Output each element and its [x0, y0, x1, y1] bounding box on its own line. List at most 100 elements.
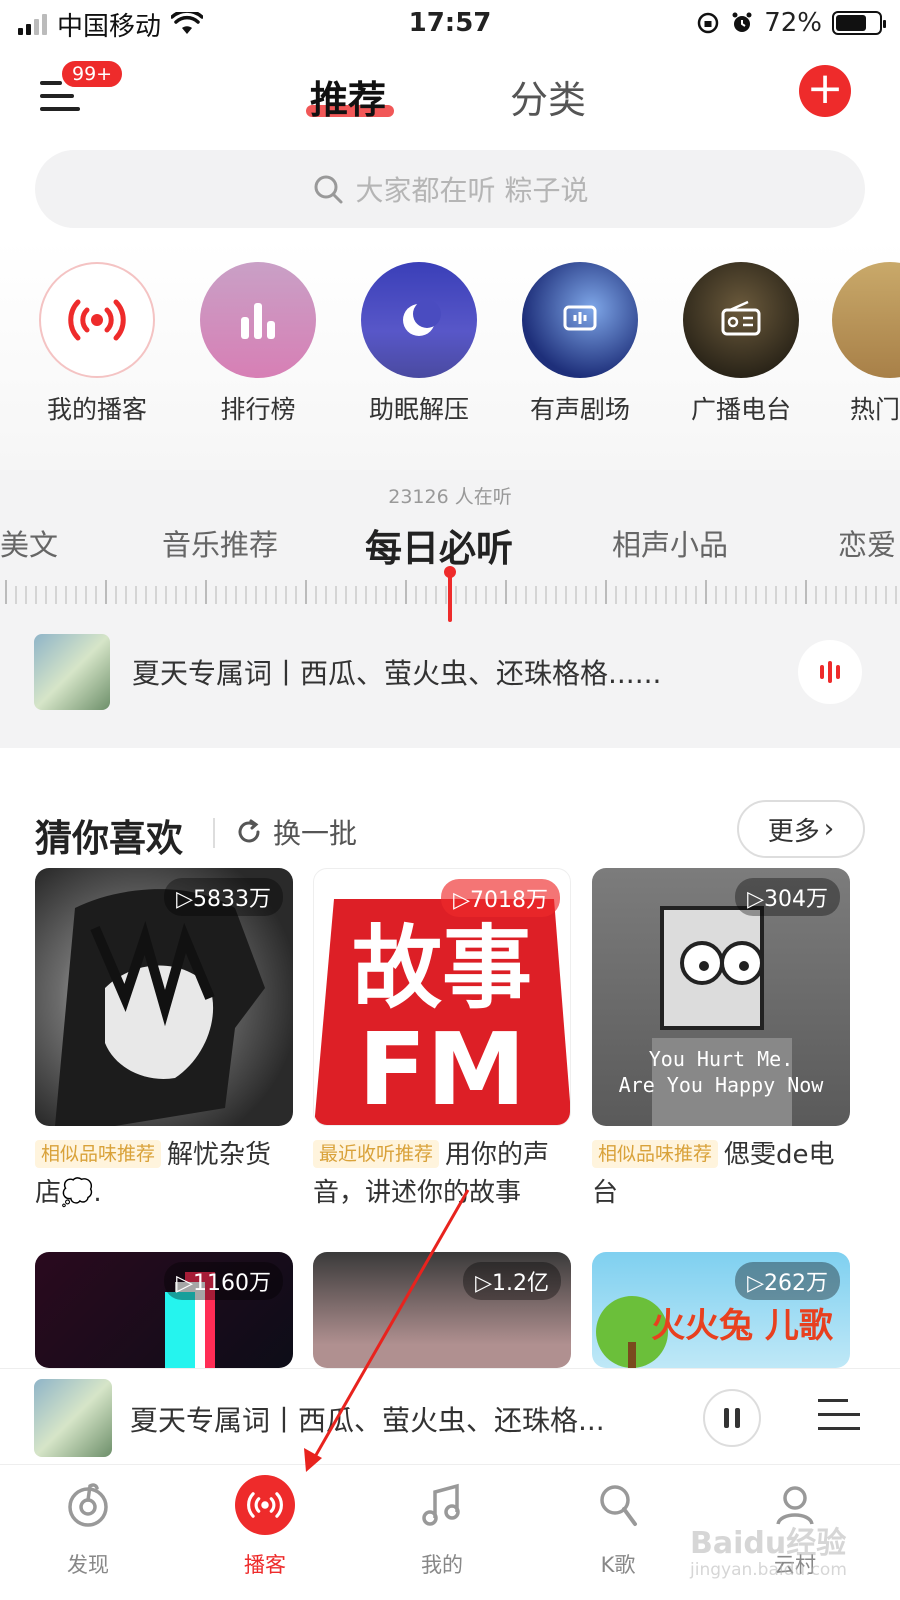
pause-button[interactable] [703, 1389, 761, 1447]
category-label: 热门 [850, 395, 900, 424]
nav-mine[interactable]: 我的 [382, 1475, 502, 1579]
category-label: 助眠解压 [368, 395, 469, 424]
category-theater[interactable]: 有声剧场 [510, 262, 650, 426]
notification-badge: 99+ [60, 59, 125, 89]
alarm-icon [732, 12, 752, 32]
category-hot[interactable]: 热门 [832, 262, 900, 426]
play-count: ▷1160万 [164, 1262, 283, 1300]
channel-item[interactable]: 恋爱 [838, 522, 896, 564]
broadcast-icon [39, 262, 155, 378]
carrier-label: 中国移动 [57, 11, 162, 42]
hot-icon [832, 262, 900, 378]
recommend-tag: 相似品味推荐 [35, 1140, 162, 1168]
nav-label: K歌 [600, 1553, 636, 1577]
category-chart[interactable]: 排行榜 [188, 262, 328, 426]
music-note-icon [412, 1475, 472, 1535]
refresh-label: 换一批 [273, 817, 358, 850]
moon-icon [361, 262, 477, 378]
refresh-button[interactable]: 换一批 [235, 812, 357, 852]
dial-needle [444, 566, 456, 622]
theater-icon [522, 262, 638, 378]
play-count: ▷304万 [735, 878, 840, 916]
category-label: 有声剧场 [529, 395, 630, 424]
wifi-icon [171, 12, 204, 34]
nav-podcast[interactable]: 播客 [205, 1475, 325, 1579]
card-text: 相似品味推荐 偲雯de电台 [592, 1136, 850, 1212]
category-radio[interactable]: 广播电台 [671, 262, 811, 426]
nav-discover[interactable]: 发现 [28, 1475, 148, 1579]
podcast-icon [235, 1475, 295, 1535]
now-playing-card[interactable]: 夏天专属词丨西瓜、萤火虫、还珠格格...... [34, 632, 874, 712]
equalizer-button[interactable] [798, 640, 862, 704]
section-title: 猜你喜欢 [35, 817, 183, 860]
category-my-podcast[interactable]: 我的播客 [27, 262, 167, 426]
status-left: 中国移动 [18, 6, 204, 43]
radio-icon [683, 262, 799, 378]
card-cover: 火火兔 儿歌 ▷262万 [592, 1252, 850, 1368]
podcast-card[interactable]: 故事 FM ▷7018万 最近收听推荐 用你的声音，讲述你的故事 [313, 868, 571, 1212]
battery-icon [832, 11, 886, 35]
more-button[interactable]: 更多 › [737, 800, 865, 858]
status-right: 72% [696, 8, 886, 38]
more-label: 更多 [767, 816, 820, 847]
category-label: 排行榜 [220, 395, 296, 424]
category-row: 我的播客 排行榜 助眠解压 有声剧场 广播电台 热门 [0, 240, 900, 470]
watermark: Baidu经验 [690, 1526, 847, 1561]
nav-karaoke[interactable]: K歌 [558, 1475, 678, 1579]
header-divider [213, 818, 215, 848]
listener-count: 23126 人在听 [388, 486, 512, 508]
mini-player[interactable]: 夏天专属词丨西瓜、萤火虫、还珠格... [0, 1368, 900, 1464]
playlist-button[interactable] [818, 1395, 860, 1435]
guess-section-header: 猜你喜欢 换一批 更多 › [35, 800, 865, 864]
play-count: ▷262万 [735, 1262, 840, 1300]
kids-song-art-text: 火火兔 儿歌 [651, 1306, 834, 1346]
tab-recommend[interactable]: 推荐 [310, 69, 386, 124]
radio-dial[interactable]: 23126 人在听 美文 音乐推荐 每日必听 相声小品 恋爱 夏天专属词丨西瓜、… [0, 470, 900, 748]
recommend-tag: 相似品味推荐 [592, 1140, 719, 1168]
refresh-icon [238, 819, 260, 843]
card-text: 相似品味推荐 解忧杂货店💭. [35, 1136, 293, 1212]
search-icon [314, 175, 343, 204]
card-art-line2: Are You Happy Now [619, 1073, 825, 1097]
story-fm-art-text: 故事 [352, 916, 532, 1021]
channel-item-active[interactable]: 每日必听 [365, 518, 513, 572]
podcast-card[interactable]: ▷5833万 相似品味推荐 解忧杂货店💭. [35, 868, 293, 1212]
signal-icon [18, 13, 47, 35]
chart-icon [200, 262, 316, 378]
podcast-card[interactable]: ▷1160万 [35, 1252, 293, 1368]
tab-category[interactable]: 分类 [510, 69, 586, 124]
now-playing-cover [34, 634, 110, 710]
podcast-card[interactable]: ▷1.2亿 [313, 1252, 571, 1368]
search-placeholder: 大家都在听 粽子说 [355, 174, 589, 207]
card-text: 最近收听推荐 用你的声音，讲述你的故事 [313, 1136, 571, 1212]
recommend-tag: 最近收听推荐 [313, 1140, 440, 1168]
podcast-card[interactable]: You Hurt Me. Are You Happy Now ▷304万 相似品… [592, 868, 850, 1212]
mini-player-title: 夏天专属词丨西瓜、萤火虫、还珠格... [130, 1404, 605, 1437]
card-art-line1: You Hurt Me. [649, 1047, 794, 1071]
card-cover: 故事 FM ▷7018万 [313, 868, 571, 1126]
card-cover: ▷1160万 [35, 1252, 293, 1368]
play-count: ▷1.2亿 [463, 1262, 561, 1300]
plus-icon: + [806, 63, 844, 114]
search-bar[interactable]: 大家都在听 粽子说 [35, 150, 865, 228]
watermark-sub: jingyan.baidu.com [690, 1560, 847, 1580]
category-label: 我的播客 [46, 395, 147, 424]
channel-item[interactable]: 相声小品 [612, 522, 728, 564]
discover-icon [58, 1475, 118, 1535]
card-cover: ▷5833万 [35, 868, 293, 1126]
category-sleep[interactable]: 助眠解压 [349, 262, 489, 426]
add-button[interactable]: + [799, 65, 851, 117]
chevron-right-icon: › [823, 814, 835, 844]
microphone-icon [588, 1475, 648, 1535]
nav-label: 发现 [67, 1553, 109, 1577]
mini-player-cover [34, 1379, 112, 1457]
header: 99+ 推荐 分类 + [0, 55, 900, 135]
channel-item[interactable]: 美文 [0, 522, 58, 564]
category-label: 广播电台 [690, 395, 791, 424]
battery-fill [836, 15, 867, 31]
channel-item[interactable]: 音乐推荐 [162, 522, 278, 564]
nav-label: 我的 [421, 1553, 463, 1577]
now-playing-title: 夏天专属词丨西瓜、萤火虫、还珠格格...... [132, 657, 662, 690]
equalizer-icon [820, 665, 824, 679]
podcast-card[interactable]: 火火兔 儿歌 ▷262万 [592, 1252, 850, 1368]
